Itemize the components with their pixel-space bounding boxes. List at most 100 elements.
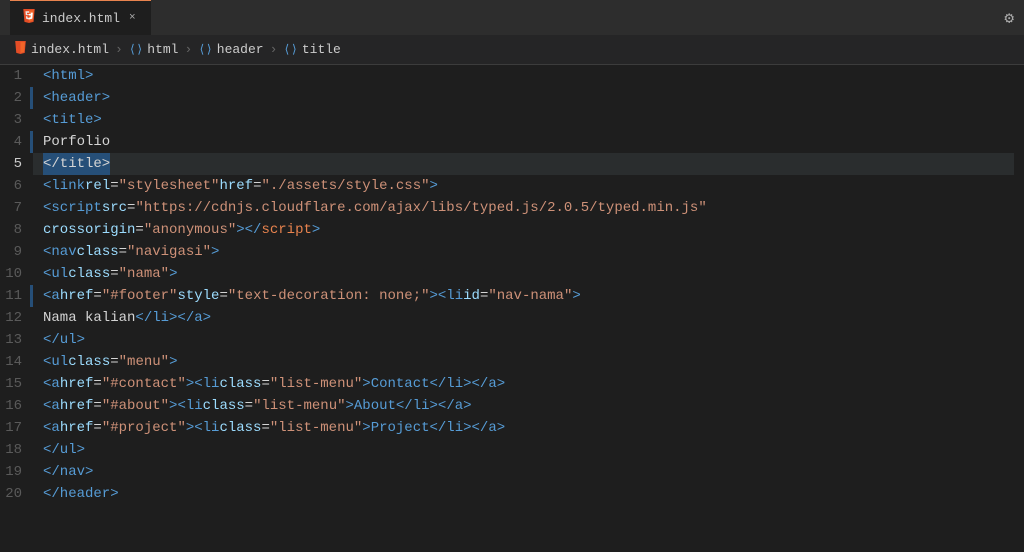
breadcrumb-header[interactable]: ⟨⟩ header [198, 42, 263, 57]
token: = [110, 351, 118, 373]
token: <a [43, 395, 60, 417]
tab-close-button[interactable]: × [126, 11, 139, 25]
breadcrumb-sep-3: › [270, 42, 278, 57]
token: style [177, 285, 219, 307]
breadcrumb-tag-icon-3: ⟨⟩ [283, 42, 297, 57]
code-line-13: </ul> [33, 329, 1014, 351]
line-num-4: 4 [0, 131, 30, 153]
token: = [93, 285, 101, 307]
token: = [93, 395, 101, 417]
token: "#footer" [102, 285, 178, 307]
token: <nav [43, 241, 77, 263]
line-num-15: 15 [0, 373, 30, 395]
token: <header> [43, 87, 110, 109]
token: "anonymous" [144, 219, 236, 241]
token: ><li [186, 373, 220, 395]
title-bar: index.html × ⚙ [0, 0, 1024, 35]
code-line-4: Porfolio [33, 131, 1014, 153]
breadcrumb-tag-icon-2: ⟨⟩ [198, 42, 212, 57]
code-line-20: </header> [33, 483, 1014, 505]
line-num-5: 5 [0, 153, 30, 175]
html5-icon [22, 9, 36, 27]
code-line-14: <ul class="menu"> [33, 351, 1014, 373]
code-content[interactable]: <html> <header> <title> Porfolio </title… [33, 65, 1014, 552]
token: class [203, 395, 245, 417]
token: ></ [236, 219, 261, 241]
token: > [169, 263, 177, 285]
token: > [211, 241, 219, 263]
token: = [110, 263, 118, 285]
line-num-2: 2 [0, 87, 30, 109]
token: "menu" [119, 351, 169, 373]
token: class [68, 263, 110, 285]
token: = [261, 417, 269, 439]
token: </ul> [43, 439, 85, 461]
tab-label: index.html [42, 11, 120, 26]
token: ><li [169, 395, 203, 417]
token: "text-decoration: none;" [228, 285, 430, 307]
token: "./assets/style.css" [261, 175, 429, 197]
code-line-6: <link rel="stylesheet" href="./assets/st… [33, 175, 1014, 197]
token: >About</li></a> [346, 395, 472, 417]
breadcrumb-tag-icon-1: ⟨⟩ [129, 42, 143, 57]
line-num-8: 8 [0, 219, 30, 241]
line-num-6: 6 [0, 175, 30, 197]
token: class [219, 417, 261, 439]
token: "navigasi" [127, 241, 211, 263]
token: <a [43, 373, 60, 395]
token: = [119, 241, 127, 263]
token: href [60, 373, 94, 395]
token: > [572, 285, 580, 307]
token: </nav> [43, 461, 93, 483]
token: = [480, 285, 488, 307]
token: script [261, 219, 311, 241]
token: "nav-nama" [488, 285, 572, 307]
token: = [93, 373, 101, 395]
token: class [219, 373, 261, 395]
line-numbers-col: 1234567891011121314151617181920 [0, 65, 30, 552]
code-line-16: <a href="#about"><li class="list-menu">A… [33, 395, 1014, 417]
token: "#project" [102, 417, 186, 439]
token: = [135, 219, 143, 241]
token: rel [85, 175, 110, 197]
line-num-11: 11 [0, 285, 30, 307]
token: Porfolio [43, 131, 110, 153]
token: src [102, 197, 127, 219]
token: >Project</li></a> [362, 417, 505, 439]
editor-tab[interactable]: index.html × [10, 0, 151, 35]
token: > [312, 219, 320, 241]
token: "https://cdnjs.cloudflare.com/ajax/libs/… [135, 197, 706, 219]
code-line-18: </ul> [33, 439, 1014, 461]
token: "list-menu" [270, 417, 362, 439]
breadcrumb-title[interactable]: ⟨⟩ title [283, 42, 340, 57]
token: "stylesheet" [119, 175, 220, 197]
line-num-18: 18 [0, 439, 30, 461]
code-line-1: <html> [33, 65, 1014, 87]
code-line-15: <a href="#contact"><li class="list-menu"… [33, 373, 1014, 395]
token: <html> [43, 65, 93, 87]
scrollbar[interactable] [1014, 65, 1024, 552]
line-num-19: 19 [0, 461, 30, 483]
line-num-10: 10 [0, 263, 30, 285]
token: Nama kalian [43, 307, 135, 329]
breadcrumb: index.html › ⟨⟩ html › ⟨⟩ header › ⟨⟩ ti… [0, 35, 1024, 65]
breadcrumb-html[interactable]: ⟨⟩ html [129, 42, 179, 57]
token: href [60, 395, 94, 417]
token: = [253, 175, 261, 197]
token: <ul [43, 263, 68, 285]
breadcrumb-filename: index.html [31, 42, 109, 57]
token: </title> [43, 153, 110, 175]
code-line-7: <script src="https://cdnjs.cloudflare.co… [33, 197, 1014, 219]
settings-icon[interactable]: ⚙ [1004, 8, 1014, 28]
breadcrumb-html5-icon [14, 41, 27, 58]
code-line-17: <a href="#project"><li class="list-menu"… [33, 417, 1014, 439]
line-gutter: 1234567891011121314151617181920 [0, 65, 33, 552]
breadcrumb-sep-1: › [115, 42, 123, 57]
token: </ul> [43, 329, 85, 351]
token: > [430, 175, 438, 197]
token: <ul [43, 351, 68, 373]
breadcrumb-html-label: html [147, 42, 178, 57]
line-num-13: 13 [0, 329, 30, 351]
breadcrumb-file[interactable]: index.html [14, 41, 109, 58]
token: <script [43, 197, 102, 219]
